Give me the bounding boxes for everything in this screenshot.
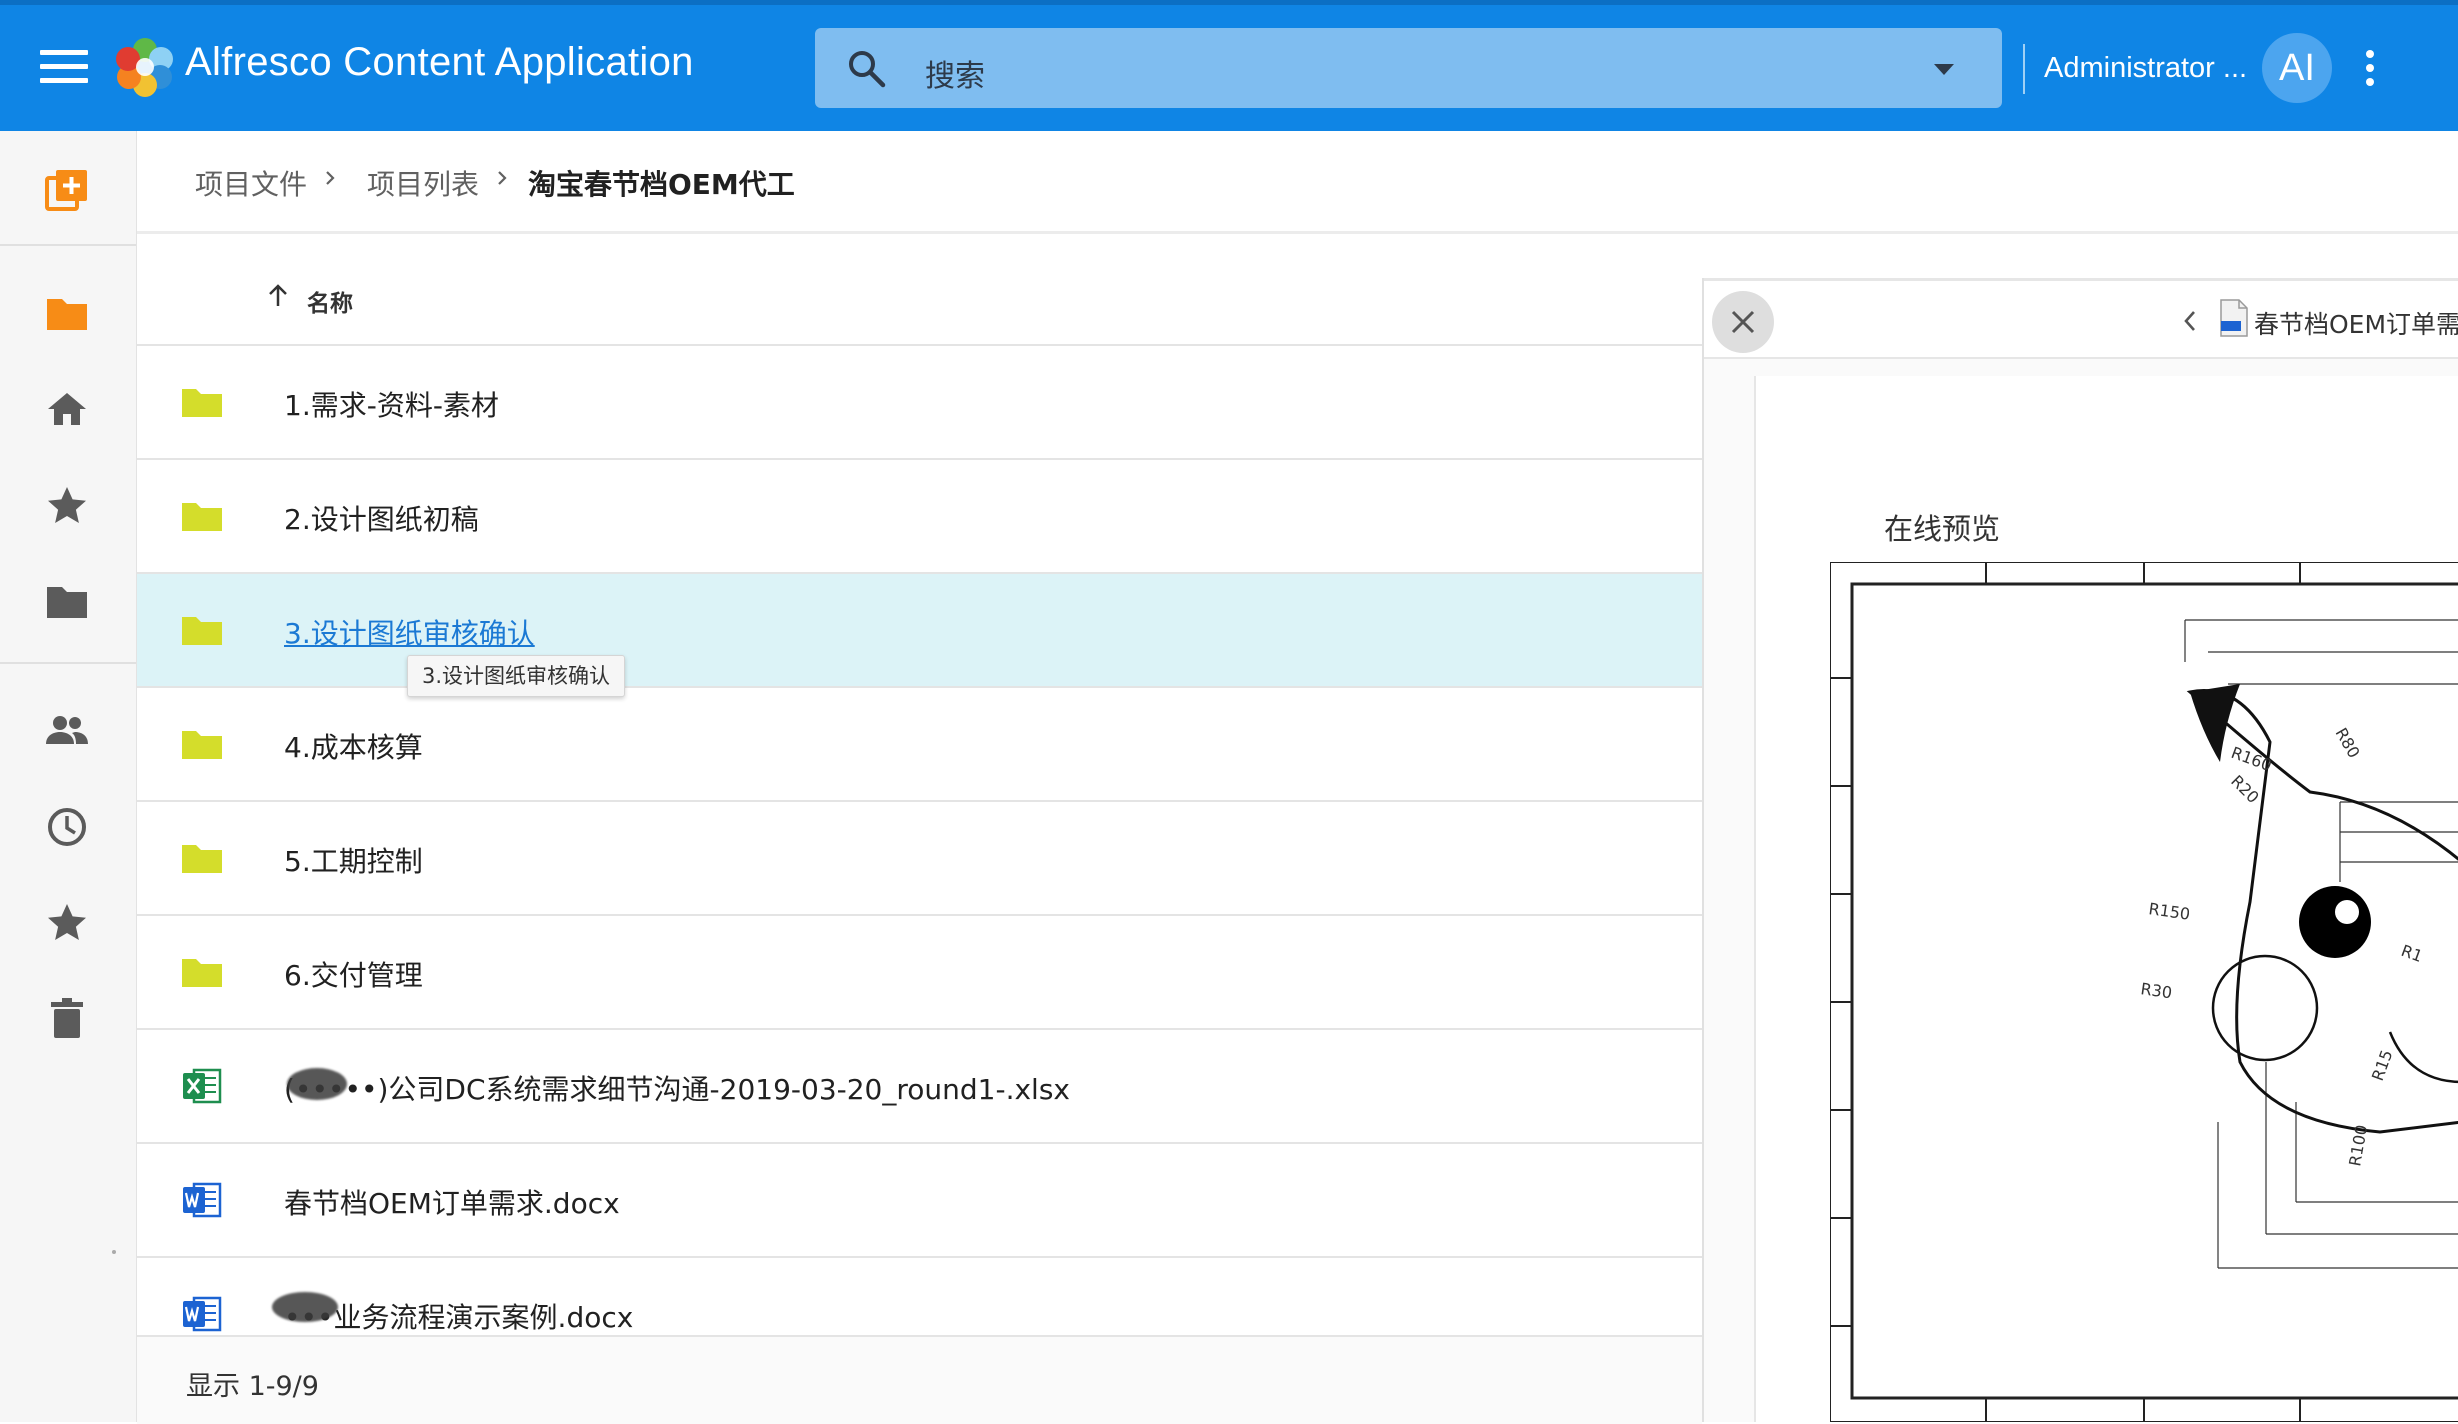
close-icon: [1731, 310, 1755, 334]
list-item[interactable]: 5.工期控制: [137, 802, 1702, 916]
create-new-icon[interactable]: [44, 167, 90, 213]
sidebar-item-favorites[interactable]: [44, 900, 90, 946]
chevron-left-icon[interactable]: [2182, 309, 2198, 333]
home-icon: [48, 393, 86, 425]
word-file-icon: [183, 1296, 222, 1332]
star-icon: [48, 904, 86, 940]
more-options-icon[interactable]: [2364, 50, 2376, 90]
libraries-folder-icon: [47, 587, 87, 618]
trash-icon: [51, 998, 83, 1038]
file-name[interactable]: 6.交付管理: [284, 954, 423, 994]
star-icon: [48, 487, 86, 523]
list-item[interactable]: 2.设计图纸初稿: [137, 460, 1702, 574]
sidebar-separator: [0, 662, 136, 664]
preview-title: 在线预览: [1884, 512, 2001, 546]
cad-drawing: R160 R20 R80 R150 R1 R30 R15 R100: [1830, 562, 2458, 1422]
list-item[interactable]: 1.需求-资料-素材: [137, 346, 1702, 460]
pagination-range: 显示 1-9/9: [186, 1371, 319, 1402]
breadcrumb: 项目文件 项目列表 淘宝春节档OEM代工: [137, 131, 2458, 234]
sidebar: [0, 131, 138, 1422]
svg-text:R30: R30: [2139, 979, 2173, 1002]
close-viewer-button[interactable]: [1712, 291, 1774, 353]
preview-page: 在线预览 R160 R20 R80 R150 R1 R30 R15 R100: [1754, 376, 2458, 1422]
svg-text:R160: R160: [2229, 743, 2275, 775]
arrow-up-icon[interactable]: [267, 284, 289, 308]
list-item[interactable]: 春节档OEM订单需求.docx: [137, 1144, 1702, 1258]
breadcrumb-item-project-files[interactable]: 项目文件: [195, 163, 307, 203]
dwg-file-icon: [2220, 299, 2248, 337]
viewer-toolbar: 春节档OEM订单需求: [1704, 278, 2458, 359]
sidebar-item-trash[interactable]: [44, 996, 90, 1042]
folder-icon: [182, 731, 222, 759]
app-title: Alfresco Content Application: [185, 40, 694, 84]
folder-icon: [182, 845, 222, 873]
svg-text:R150: R150: [2147, 899, 2191, 924]
list-item[interactable]: (•••••)公司DC系统需求细节沟通-2019-03-20_round1-.x…: [137, 1030, 1702, 1144]
search-icon[interactable]: [845, 47, 889, 91]
list-item[interactable]: 4.成本核算: [137, 688, 1702, 802]
sidebar-item-personal-files[interactable]: [44, 291, 90, 337]
user-name[interactable]: Administrator ...: [2044, 52, 2247, 85]
svg-text:R100: R100: [2345, 1123, 2371, 1167]
breadcrumb-current: 淘宝春节档OEM代工: [528, 168, 795, 201]
search-input[interactable]: 搜索: [815, 28, 2002, 108]
folder-icon: [182, 959, 222, 987]
search-options-dropdown-icon[interactable]: [1934, 64, 1954, 75]
redaction-mark: [272, 1292, 338, 1322]
file-name[interactable]: 1.需求-资料-素材: [284, 384, 499, 424]
avatar[interactable]: AI: [2262, 33, 2332, 103]
sidebar-dot: [112, 1250, 116, 1254]
people-icon: [46, 716, 88, 744]
word-file-icon: [183, 1182, 222, 1218]
folder-icon: [47, 299, 87, 330]
list-item[interactable]: 6.交付管理: [137, 916, 1702, 1030]
chevron-right-icon: [326, 171, 335, 185]
svg-text:R20: R20: [2227, 771, 2263, 807]
list-item-selected[interactable]: 3.设计图纸审核确认: [137, 574, 1702, 688]
folder-icon: [182, 389, 222, 417]
search-placeholder: 搜索: [925, 59, 985, 94]
sidebar-separator: [0, 244, 136, 246]
folder-icon: [182, 617, 222, 645]
list-header: 名称: [137, 234, 1702, 346]
app-header: Alfresco Content Application 搜索 Administ…: [0, 0, 2458, 131]
header-top-stripe: [0, 0, 2458, 5]
file-name[interactable]: 5.工期控制: [284, 840, 423, 880]
menu-icon[interactable]: [40, 50, 88, 84]
tooltip: 3.设计图纸审核确认: [407, 655, 626, 697]
excel-file-icon: [183, 1068, 222, 1104]
breadcrumb-item-project-list[interactable]: 项目列表: [367, 163, 479, 203]
viewer-file-name: 春节档OEM订单需求: [2254, 310, 2458, 339]
file-name[interactable]: (•••••)公司DC系统需求细节沟通-2019-03-20_round1-.x…: [284, 1068, 1070, 1108]
sidebar-item-shared[interactable]: [44, 708, 90, 754]
svg-text:R1: R1: [2399, 941, 2426, 966]
chevron-right-icon: [498, 171, 507, 185]
redaction-mark: [287, 1068, 347, 1100]
alfresco-logo-icon: [116, 38, 173, 97]
header-divider: [2023, 44, 2025, 94]
svg-text:R80: R80: [2332, 725, 2364, 762]
sidebar-item-home[interactable]: [44, 387, 90, 433]
document-list: 名称 1.需求-资料-素材 2.设计图纸初稿 3.设计图纸审核确认 4.成本核算…: [137, 234, 1702, 1372]
sidebar-item-recent[interactable]: [44, 804, 90, 850]
svg-text:R15: R15: [2368, 1047, 2397, 1083]
file-name[interactable]: 4.成本核算: [284, 726, 423, 766]
sidebar-item-libraries[interactable]: [44, 579, 90, 625]
column-header-name[interactable]: 名称: [307, 284, 353, 318]
file-name[interactable]: 2.设计图纸初稿: [284, 498, 479, 538]
viewer-panel: 春节档OEM订单需求 在线预览: [1702, 278, 2458, 1422]
clock-icon: [48, 808, 86, 846]
pagination-footer: 显示 1-9/9: [137, 1335, 1702, 1424]
folder-icon: [182, 503, 222, 531]
file-name[interactable]: 春节档OEM订单需求.docx: [284, 1182, 620, 1222]
sidebar-item-favorite-libraries[interactable]: [44, 483, 90, 529]
file-name-link[interactable]: 3.设计图纸审核确认: [284, 612, 535, 652]
